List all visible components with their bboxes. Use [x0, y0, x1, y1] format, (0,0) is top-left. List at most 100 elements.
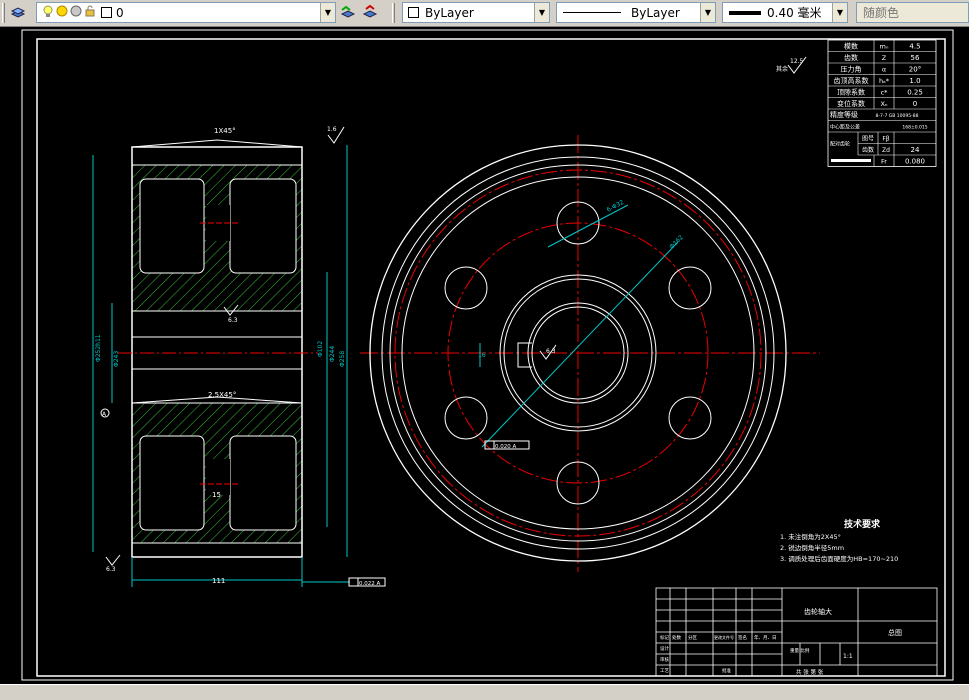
last-row-symbol: Fr — [881, 158, 887, 166]
param-value: 20° — [909, 66, 921, 74]
dim-d3: Φ258 — [339, 351, 346, 367]
layer-name: 0 — [116, 5, 124, 20]
param-value: 1.0 — [909, 77, 920, 85]
section-view: Φ252h11 Φ243 Φ244 Φ258 Φ102 111 1X45° 2.… — [92, 126, 386, 587]
linetype-sample — [563, 12, 621, 13]
chamfer-mid: 2.5X45° — [208, 391, 236, 399]
lineweight-value: 0.40 毫米 — [767, 6, 822, 20]
param-symbol: hₐ* — [879, 77, 890, 85]
tech-title: 技术要求 — [844, 518, 881, 530]
chevron-down-icon[interactable]: ▼ — [320, 3, 335, 22]
tech-item: 1. 未注倒角为2X45° — [780, 532, 841, 541]
color-combo[interactable]: ByLayer ▼ — [402, 2, 550, 23]
plotstyle-value: 随颜色 — [863, 6, 900, 20]
color-value: ByLayer — [425, 5, 474, 20]
linetype-value: ByLayer — [631, 5, 680, 20]
dim-width: 111 — [212, 577, 225, 585]
paired-row-name: 齿数 — [862, 146, 874, 154]
dim-d1: Φ102 — [317, 341, 324, 357]
param-symbol: Xₙ — [880, 100, 887, 108]
param-value: 4.5 — [909, 43, 920, 51]
param-symbol: c* — [881, 89, 889, 97]
sheet-count: 共 张 第 张 — [796, 668, 824, 676]
tb-bottom-mid: 批准 — [722, 667, 731, 674]
gear-parameter-table: 模数 mₙ 4.5 齿数 Z 56 压力角 α 20° 齿顶高系数 hₐ* 1.0 顶隙系数 c* 0.25… — [827, 39, 937, 167]
param-name: 变位系数 — [837, 99, 865, 108]
rough-other: 其余 — [776, 65, 788, 73]
param-symbol: mₙ — [880, 43, 889, 51]
scale-value: 1:1 — [843, 653, 853, 660]
layer-bulb-icon — [41, 4, 55, 21]
color-swatch — [408, 7, 419, 18]
drawing-canvas[interactable]: Φ252h11 Φ243 Φ244 Φ258 Φ102 111 1X45° 2.… — [0, 27, 969, 684]
lineweight-combo[interactable]: 0.40 毫米 ▼ — [722, 2, 848, 23]
paired-row-symbol: Zd — [882, 147, 890, 154]
last-row-value: 0.080 — [905, 158, 925, 166]
layer-combo[interactable]: 0 ▼ — [36, 2, 336, 23]
param-value: 168±0.015 — [902, 125, 927, 131]
param-name: 齿数 — [844, 53, 858, 62]
chevron-down-icon[interactable]: ▼ — [700, 3, 715, 22]
tech-requirements: 技术要求 1. 未注倒角为2X45° 2. 锐边倒角半径5mm 3. 调质处理后… — [780, 518, 898, 563]
param-symbol: α — [882, 66, 886, 74]
paired-gear-label: 配对齿轮 — [830, 141, 850, 148]
rough-topright: 12.5 — [790, 58, 804, 65]
tb-row-label: 更改文件号 — [714, 634, 734, 640]
status-bar — [0, 684, 969, 700]
properties-toolbar: 0 ▼ ByLayer ▼ ByLayer ▼ 0.40 毫米 ▼ 随颜色 — [0, 0, 969, 27]
tb-row-label: 处数 — [672, 634, 681, 641]
dim-d2: Φ244 — [329, 346, 336, 362]
param-value: 0 — [913, 100, 917, 108]
param-symbol: Z — [882, 54, 887, 62]
layer-previous-icon[interactable] — [362, 4, 378, 20]
layer-color-swatch — [101, 7, 112, 18]
tb-left-label: 设计 — [660, 645, 669, 652]
rough-bottom: 6.3 — [106, 566, 116, 573]
param-value: 8-7-7 GB 10095-88 — [876, 113, 919, 119]
keyway-dim: 16 — [478, 352, 486, 359]
linetype-combo[interactable]: ByLayer ▼ — [556, 2, 716, 23]
tb-row-label: 年、月、日 — [754, 634, 777, 641]
chevron-down-icon[interactable]: ▼ — [832, 3, 847, 22]
param-name: 中心距及公差 — [830, 124, 860, 131]
rough-center: 6.3 — [546, 348, 556, 355]
dim-web: 15 — [212, 491, 221, 499]
tb-row-label: 分区 — [688, 634, 697, 641]
paired-row-name: 图号 — [862, 136, 874, 143]
pcd-label: Φ162 — [668, 234, 685, 251]
tb-left-label: 工艺 — [660, 668, 669, 674]
param-value: 0.25 — [907, 89, 923, 97]
lineweight-sample — [729, 10, 761, 15]
paired-row-value: 24 — [911, 146, 920, 154]
rough-top: 1.6 — [327, 126, 337, 133]
make-object-layer-current-icon[interactable] — [340, 4, 356, 20]
layer-viewport-freeze-icon — [69, 4, 83, 21]
param-value: 56 — [911, 54, 920, 62]
param-name: 齿顶高系数 — [834, 76, 869, 85]
layer-lock-icon — [83, 4, 97, 21]
chevron-down-icon[interactable]: ▼ — [534, 3, 549, 22]
tech-item: 3. 调质处理后齿面硬度为HB=170~210 — [780, 554, 898, 563]
part-name: 齿轮轴大 — [804, 607, 832, 616]
tb-weight-label: 重量 比例 — [790, 647, 810, 654]
chamfer-top: 1X45° — [214, 127, 236, 135]
tolerance-frame-bottom: 0.022 A — [359, 581, 380, 587]
tolerance-frame-front: 0.020 A — [495, 444, 516, 450]
layer-sun-icon — [55, 4, 69, 21]
dim-left-outer: Φ252h11 — [95, 334, 102, 362]
toolbar-grip[interactable] — [2, 3, 5, 23]
company-name: 总图 — [888, 628, 902, 637]
layer-manager-icon[interactable] — [10, 4, 26, 20]
front-view: Φ162 6-Φ32 16 6.3 0.020 A — [360, 135, 820, 572]
param-name: 压力角 — [841, 65, 862, 74]
paired-row-symbol: Fβ — [882, 136, 889, 143]
cad-drawing[interactable]: Φ252h11 Φ243 Φ244 Φ258 Φ102 111 1X45° 2.… — [0, 27, 969, 684]
tb-row-label: 签名 — [738, 634, 747, 641]
plotstyle-combo[interactable]: 随颜色 — [856, 2, 969, 23]
dim-left-inner: Φ243 — [113, 351, 120, 367]
toolbar-grip[interactable] — [392, 3, 395, 23]
tb-left-label: 审核 — [660, 656, 669, 663]
param-name: 模数 — [844, 42, 858, 51]
param-name: 精度等级 — [830, 110, 858, 119]
tech-item: 2. 锐边倒角半径5mm — [780, 543, 844, 552]
